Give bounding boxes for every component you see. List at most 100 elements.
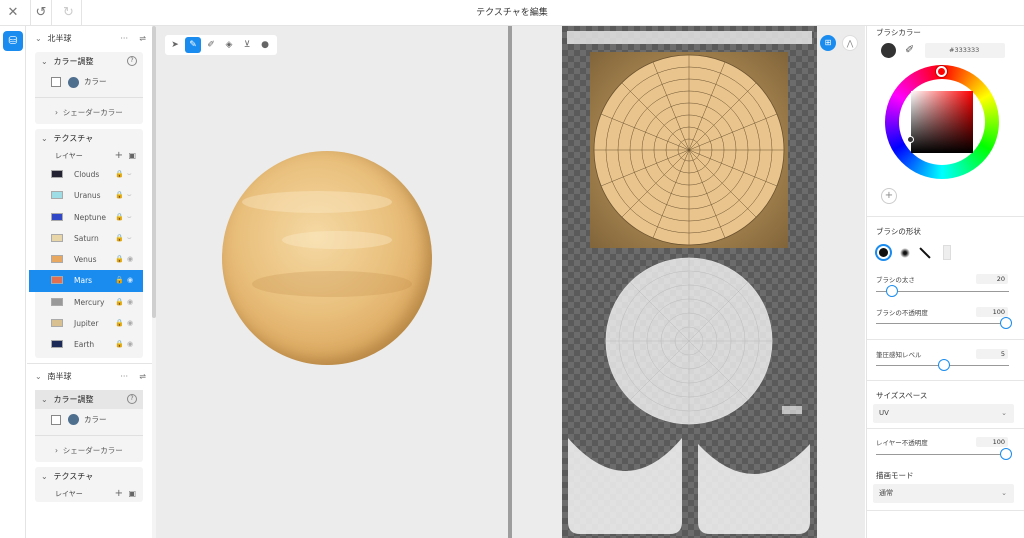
layer-item[interactable]: Clouds 🔒 ⌣ (35, 164, 143, 185)
slider-knob[interactable] (1000, 317, 1012, 329)
stamp-icon[interactable]: ⊻ (239, 37, 255, 53)
select-cursor-icon[interactable]: ➤ (167, 37, 183, 53)
brush-shape-soft[interactable] (900, 248, 910, 258)
page-title: テクスチャを編集 (476, 8, 548, 18)
planet-sphere-preview[interactable] (222, 151, 432, 365)
layer-item[interactable]: Jupiter 🔒 ◉ (35, 313, 143, 334)
texture-header[interactable]: ⌄ テクスチャ (35, 129, 143, 148)
color-swatch[interactable] (68, 76, 79, 88)
slider-knob[interactable] (1000, 448, 1012, 460)
texture-header[interactable]: ⌄ テクスチャ (35, 467, 143, 486)
sv-handle[interactable] (907, 136, 914, 143)
hex-input[interactable]: #333333 (925, 43, 1005, 58)
shader-color-label: シェーダーカラー (62, 445, 123, 455)
layer-item-selected[interactable]: Mars 🔒 ◉ (29, 270, 143, 292)
eyedropper-icon[interactable]: ✐ (905, 43, 914, 56)
drop-icon[interactable]: ● (257, 37, 273, 53)
3d-viewport[interactable]: ➤ ✎ ✐ ◈ ⊻ ● (156, 26, 508, 538)
eye-off-icon[interactable]: ⌣ (127, 228, 132, 249)
pressure-input[interactable]: 5 (976, 349, 1008, 359)
symmetry-icon[interactable]: ⋀ (842, 35, 858, 51)
top-bar: ✕ ↺ ↻ テクスチャを編集 (0, 0, 1024, 26)
layer-item[interactable]: Neptune 🔒 ⌣ (35, 207, 143, 228)
eye-off-icon[interactable]: ⌣ (127, 185, 132, 206)
folder-icon[interactable]: ▣ (128, 148, 136, 164)
adjust-icon[interactable]: ⇌ (139, 26, 146, 52)
slider-knob[interactable] (938, 359, 950, 371)
more-icon[interactable]: ··· (120, 364, 128, 390)
layer-thumbnail (51, 212, 63, 221)
lock-icon[interactable]: 🔒 (115, 313, 124, 334)
eye-icon[interactable]: ◉ (127, 270, 133, 291)
layer-opacity-slider[interactable] (876, 448, 1012, 460)
hue-handle[interactable] (936, 66, 947, 77)
saturation-value-square[interactable] (911, 91, 973, 153)
layer-item[interactable]: Earth 🔒 ◉ (35, 334, 143, 355)
brush-shape-texture[interactable] (943, 245, 951, 260)
grid-view-icon[interactable]: ⊞ (820, 35, 836, 51)
more-icon[interactable]: ··· (120, 26, 128, 52)
current-color-swatch[interactable] (881, 43, 896, 58)
eye-icon[interactable]: ◉ (127, 313, 133, 334)
brush-shape-line[interactable] (919, 247, 931, 259)
pressure-slider[interactable] (876, 359, 1009, 371)
chevron-right-icon: › (55, 108, 58, 117)
help-icon[interactable]: ? (127, 393, 137, 404)
uv-wireframe-bottom (605, 257, 773, 425)
brush-size-input[interactable]: 20 (976, 274, 1008, 284)
layer-item[interactable]: Uranus 🔒 ⌣ (35, 185, 143, 206)
lock-icon[interactable]: 🔒 (115, 292, 124, 313)
color-adjust-label: カラー調整 (53, 394, 94, 404)
layer-opacity-label: レイヤー不透明度 (876, 439, 928, 447)
color-adjust-card: ⌄ カラー調整 ? カラー › シェーダーカラー (35, 389, 143, 462)
color-adjust-header[interactable]: ⌄ カラー調整 ? (35, 52, 143, 71)
draw-mode-select[interactable]: 通常 ⌄ (873, 484, 1014, 503)
shader-color-row[interactable]: › シェーダーカラー (35, 102, 143, 124)
brush-size-slider[interactable] (876, 285, 1009, 297)
color-adjust-card: ⌄ カラー調整 ? カラー › シェーダーカラー (35, 52, 143, 124)
layer-item[interactable]: Mercury 🔒 ◉ (35, 292, 143, 313)
eye-off-icon[interactable]: ⌣ (127, 164, 132, 185)
lock-icon[interactable]: 🔒 (115, 207, 124, 228)
eye-icon[interactable]: ◉ (127, 249, 133, 270)
lock-icon[interactable]: 🔒 (115, 334, 124, 355)
layer-name: Mars (74, 276, 93, 286)
section-header-south[interactable]: ⌄ 南半球 ··· ⇌ (27, 364, 152, 390)
eye-icon[interactable]: ◉ (127, 292, 133, 313)
color-adjust-header[interactable]: ⌄ カラー調整 ? (35, 389, 143, 409)
eye-off-icon[interactable]: ⌣ (127, 207, 132, 228)
folder-icon[interactable]: ▣ (128, 486, 136, 502)
lock-icon[interactable]: 🔒 (115, 228, 124, 249)
lock-icon[interactable]: 🔒 (115, 164, 124, 185)
layer-thumbnail (51, 233, 63, 242)
add-swatch-button[interactable]: + (881, 188, 897, 204)
color-swatch[interactable] (68, 414, 79, 426)
fill-icon[interactable]: ◈ (221, 37, 237, 53)
section-header-north[interactable]: ⌄ 北半球 ··· ⇌ (27, 26, 152, 52)
chevron-down-icon: ⌄ (41, 471, 48, 481)
layers-icon[interactable]: ⛁ (3, 31, 23, 51)
layer-name: Jupiter (74, 319, 99, 329)
layer-item[interactable]: Saturn 🔒 ⌣ (35, 228, 143, 249)
brush-icon[interactable]: ✎ (185, 37, 201, 53)
shader-color-row[interactable]: › シェーダーカラー (35, 440, 143, 462)
eraser-icon[interactable]: ✐ (203, 37, 219, 53)
size-space-select[interactable]: UV ⌄ (873, 404, 1014, 423)
eye-icon[interactable]: ◉ (127, 334, 133, 355)
add-layer-icon[interactable]: + (115, 148, 123, 164)
lock-icon[interactable]: 🔒 (115, 185, 124, 206)
layer-item[interactable]: Venus 🔒 ◉ (35, 249, 143, 270)
brush-opacity-slider[interactable] (876, 317, 1012, 329)
adjust-icon[interactable]: ⇌ (139, 364, 146, 390)
layer-opacity-input[interactable]: 100 (976, 437, 1008, 447)
color-checkbox[interactable] (51, 77, 61, 87)
add-layer-icon[interactable]: + (115, 486, 123, 502)
lock-icon[interactable]: 🔒 (115, 270, 124, 291)
brush-shape-round[interactable] (875, 244, 892, 261)
uv-texture-canvas[interactable] (562, 26, 817, 538)
slider-knob[interactable] (886, 285, 898, 297)
color-checkbox[interactable] (51, 414, 61, 425)
lock-icon[interactable]: 🔒 (115, 249, 124, 270)
brush-opacity-input[interactable]: 100 (976, 307, 1008, 317)
help-icon[interactable]: ? (127, 56, 137, 66)
